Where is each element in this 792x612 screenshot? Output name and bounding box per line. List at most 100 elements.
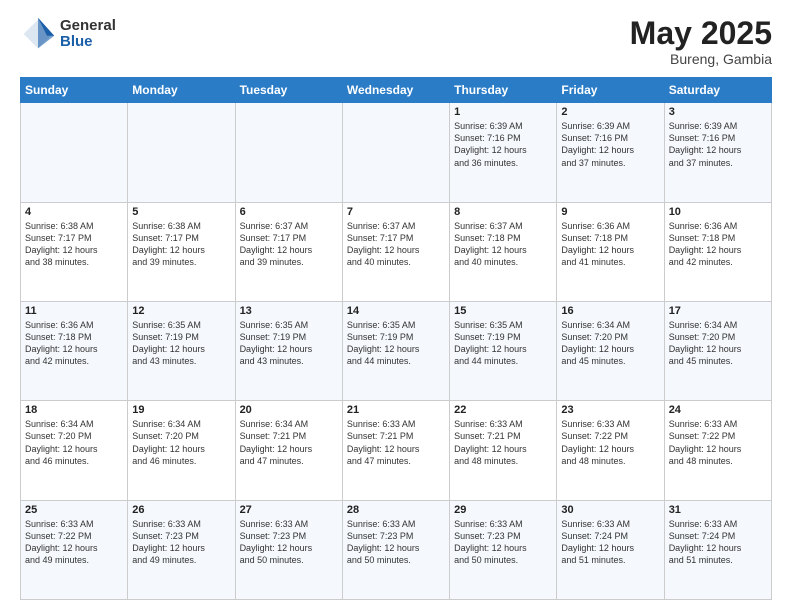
day-number: 19 bbox=[132, 404, 230, 416]
day-number: 23 bbox=[561, 404, 659, 416]
table-row: 20 Sunrise: 6:34 AMSunset: 7:21 PMDayligh… bbox=[235, 401, 342, 500]
day-number: 11 bbox=[25, 305, 123, 317]
day-number: 6 bbox=[240, 206, 338, 218]
cell-content: Sunrise: 6:36 AMSunset: 7:18 PMDaylight:… bbox=[25, 319, 123, 368]
table-row: 24Sunrise: 6:33 AMSunset: 7:22 PMDayligh… bbox=[664, 401, 771, 500]
table-row: 25Sunrise: 6:33 AMSunset: 7:22 PMDayligh… bbox=[21, 500, 128, 599]
table-row: 12 Sunrise: 6:35 AMSunset: 7:19 PMDayligh… bbox=[128, 301, 235, 400]
col-thursday: Thursday bbox=[450, 78, 557, 103]
table-row: 31Sunrise: 6:33 AMSunset: 7:24 PMDayligh… bbox=[664, 500, 771, 599]
cell-content: Sunrise: 6:33 AMSunset: 7:21 PMDaylight:… bbox=[454, 418, 552, 467]
cell-content: Sunrise: 6:38 AMSunset: 7:17 PMDaylight:… bbox=[132, 220, 230, 269]
table-row: 29Sunrise: 6:33 AMSunset: 7:23 PMDayligh… bbox=[450, 500, 557, 599]
cell-content: Sunrise: 6:39 AMSunset: 7:16 PMDaylight:… bbox=[561, 120, 659, 169]
table-row: 30 Sunrise: 6:33 AMSunset: 7:24 PMDayligh… bbox=[557, 500, 664, 599]
table-row: 26 Sunrise: 6:33 AMSunset: 7:23 PMDayligh… bbox=[128, 500, 235, 599]
cell-content: Sunrise: 6:35 AMSunset: 7:19 PMDaylight:… bbox=[347, 319, 445, 368]
day-number: 12 bbox=[132, 305, 230, 317]
cell-content: Sunrise: 6:39 AMSunset: 7:16 PMDaylight:… bbox=[454, 120, 552, 169]
day-number: 16 bbox=[561, 305, 659, 317]
col-tuesday: Tuesday bbox=[235, 78, 342, 103]
col-monday: Monday bbox=[128, 78, 235, 103]
day-number: 13 bbox=[240, 305, 338, 317]
cell-content: Sunrise: 6:33 AMSunset: 7:22 PMDaylight:… bbox=[561, 418, 659, 467]
cell-content: Sunrise: 6:36 AMSunset: 7:18 PMDaylight:… bbox=[669, 220, 767, 269]
table-row: 13 Sunrise: 6:35 AMSunset: 7:19 PMDayligh… bbox=[235, 301, 342, 400]
table-row: 16Sunrise: 6:34 AMSunset: 7:20 PMDayligh… bbox=[557, 301, 664, 400]
calendar-table: Sunday Monday Tuesday Wednesday Thursday… bbox=[20, 77, 772, 600]
cell-content: Sunrise: 6:34 AMSunset: 7:20 PMDaylight:… bbox=[132, 418, 230, 467]
title-location: Bureng, Gambia bbox=[630, 51, 772, 67]
day-number: 22 bbox=[454, 404, 552, 416]
calendar-week-3: 11 Sunrise: 6:36 AMSunset: 7:18 PMDayligh… bbox=[21, 301, 772, 400]
calendar-week-2: 4Sunrise: 6:38 AMSunset: 7:17 PMDaylight… bbox=[21, 202, 772, 301]
cell-content: Sunrise: 6:35 AMSunset: 7:19 PMDaylight:… bbox=[454, 319, 552, 368]
header: General Blue May 2025 Bureng, Gambia bbox=[20, 16, 772, 67]
calendar-week-4: 18 Sunrise: 6:34 AMSunset: 7:20 PMDayligh… bbox=[21, 401, 772, 500]
cell-content: Sunrise: 6:35 AMSunset: 7:19 PMDaylight:… bbox=[132, 319, 230, 368]
day-number: 29 bbox=[454, 504, 552, 516]
cell-content: Sunrise: 6:39 AMSunset: 7:16 PMDaylight:… bbox=[669, 120, 767, 169]
cell-content: Sunrise: 6:37 AMSunset: 7:18 PMDaylight:… bbox=[454, 220, 552, 269]
cell-content: Sunrise: 6:35 AMSunset: 7:19 PMDaylight:… bbox=[240, 319, 338, 368]
table-row: 17 Sunrise: 6:34 AMSunset: 7:20 PMDayligh… bbox=[664, 301, 771, 400]
cell-content: Sunrise: 6:38 AMSunset: 7:17 PMDaylight:… bbox=[25, 220, 123, 269]
cell-content: Sunrise: 6:33 AMSunset: 7:23 PMDaylight:… bbox=[132, 518, 230, 567]
table-row: 18 Sunrise: 6:34 AMSunset: 7:20 PMDayligh… bbox=[21, 401, 128, 500]
cell-content: Sunrise: 6:36 AMSunset: 7:18 PMDaylight:… bbox=[561, 220, 659, 269]
calendar-week-1: 1Sunrise: 6:39 AMSunset: 7:16 PMDaylight… bbox=[21, 103, 772, 202]
col-saturday: Saturday bbox=[664, 78, 771, 103]
title-month: May 2025 bbox=[630, 16, 772, 51]
table-row: 23 Sunrise: 6:33 AMSunset: 7:22 PMDayligh… bbox=[557, 401, 664, 500]
cell-content: Sunrise: 6:37 AMSunset: 7:17 PMDaylight:… bbox=[240, 220, 338, 269]
table-row: 21 Sunrise: 6:33 AMSunset: 7:21 PMDayligh… bbox=[342, 401, 449, 500]
day-number: 15 bbox=[454, 305, 552, 317]
cell-content: Sunrise: 6:34 AMSunset: 7:20 PMDaylight:… bbox=[25, 418, 123, 467]
table-row: 14 Sunrise: 6:35 AMSunset: 7:19 PMDayligh… bbox=[342, 301, 449, 400]
table-row: 10Sunrise: 6:36 AMSunset: 7:18 PMDayligh… bbox=[664, 202, 771, 301]
table-row: 27 Sunrise: 6:33 AMSunset: 7:23 PMDayligh… bbox=[235, 500, 342, 599]
day-number: 2 bbox=[561, 106, 659, 118]
calendar-header-row: Sunday Monday Tuesday Wednesday Thursday… bbox=[21, 78, 772, 103]
table-row bbox=[128, 103, 235, 202]
table-row: 9 Sunrise: 6:36 AMSunset: 7:18 PMDaylight… bbox=[557, 202, 664, 301]
table-row: 6 Sunrise: 6:37 AMSunset: 7:17 PMDaylight… bbox=[235, 202, 342, 301]
day-number: 3 bbox=[669, 106, 767, 118]
day-number: 21 bbox=[347, 404, 445, 416]
logo-text: General Blue bbox=[60, 18, 116, 51]
table-row: 1Sunrise: 6:39 AMSunset: 7:16 PMDaylight… bbox=[450, 103, 557, 202]
day-number: 25 bbox=[25, 504, 123, 516]
day-number: 18 bbox=[25, 404, 123, 416]
cell-content: Sunrise: 6:33 AMSunset: 7:24 PMDaylight:… bbox=[561, 518, 659, 567]
day-number: 27 bbox=[240, 504, 338, 516]
day-number: 20 bbox=[240, 404, 338, 416]
table-row: 28Sunrise: 6:33 AMSunset: 7:23 PMDayligh… bbox=[342, 500, 449, 599]
table-row: 15 Sunrise: 6:35 AMSunset: 7:19 PMDayligh… bbox=[450, 301, 557, 400]
table-row: 8Sunrise: 6:37 AMSunset: 7:18 PMDaylight… bbox=[450, 202, 557, 301]
day-number: 14 bbox=[347, 305, 445, 317]
logo: General Blue bbox=[20, 16, 116, 52]
cell-content: Sunrise: 6:33 AMSunset: 7:21 PMDaylight:… bbox=[347, 418, 445, 467]
col-sunday: Sunday bbox=[21, 78, 128, 103]
cell-content: Sunrise: 6:37 AMSunset: 7:17 PMDaylight:… bbox=[347, 220, 445, 269]
day-number: 30 bbox=[561, 504, 659, 516]
table-row: 22 Sunrise: 6:33 AMSunset: 7:21 PMDayligh… bbox=[450, 401, 557, 500]
table-row bbox=[235, 103, 342, 202]
table-row: 5 Sunrise: 6:38 AMSunset: 7:17 PMDaylight… bbox=[128, 202, 235, 301]
calendar-week-5: 25Sunrise: 6:33 AMSunset: 7:22 PMDayligh… bbox=[21, 500, 772, 599]
day-number: 17 bbox=[669, 305, 767, 317]
table-row: 19 Sunrise: 6:34 AMSunset: 7:20 PMDayligh… bbox=[128, 401, 235, 500]
table-row: 7 Sunrise: 6:37 AMSunset: 7:17 PMDaylight… bbox=[342, 202, 449, 301]
cell-content: Sunrise: 6:34 AMSunset: 7:21 PMDaylight:… bbox=[240, 418, 338, 467]
day-number: 5 bbox=[132, 206, 230, 218]
day-number: 9 bbox=[561, 206, 659, 218]
cell-content: Sunrise: 6:33 AMSunset: 7:23 PMDaylight:… bbox=[240, 518, 338, 567]
table-row: 11 Sunrise: 6:36 AMSunset: 7:18 PMDayligh… bbox=[21, 301, 128, 400]
day-number: 26 bbox=[132, 504, 230, 516]
day-number: 31 bbox=[669, 504, 767, 516]
day-number: 24 bbox=[669, 404, 767, 416]
cell-content: Sunrise: 6:34 AMSunset: 7:20 PMDaylight:… bbox=[669, 319, 767, 368]
day-number: 7 bbox=[347, 206, 445, 218]
col-wednesday: Wednesday bbox=[342, 78, 449, 103]
table-row: 2 Sunrise: 6:39 AMSunset: 7:16 PMDaylight… bbox=[557, 103, 664, 202]
